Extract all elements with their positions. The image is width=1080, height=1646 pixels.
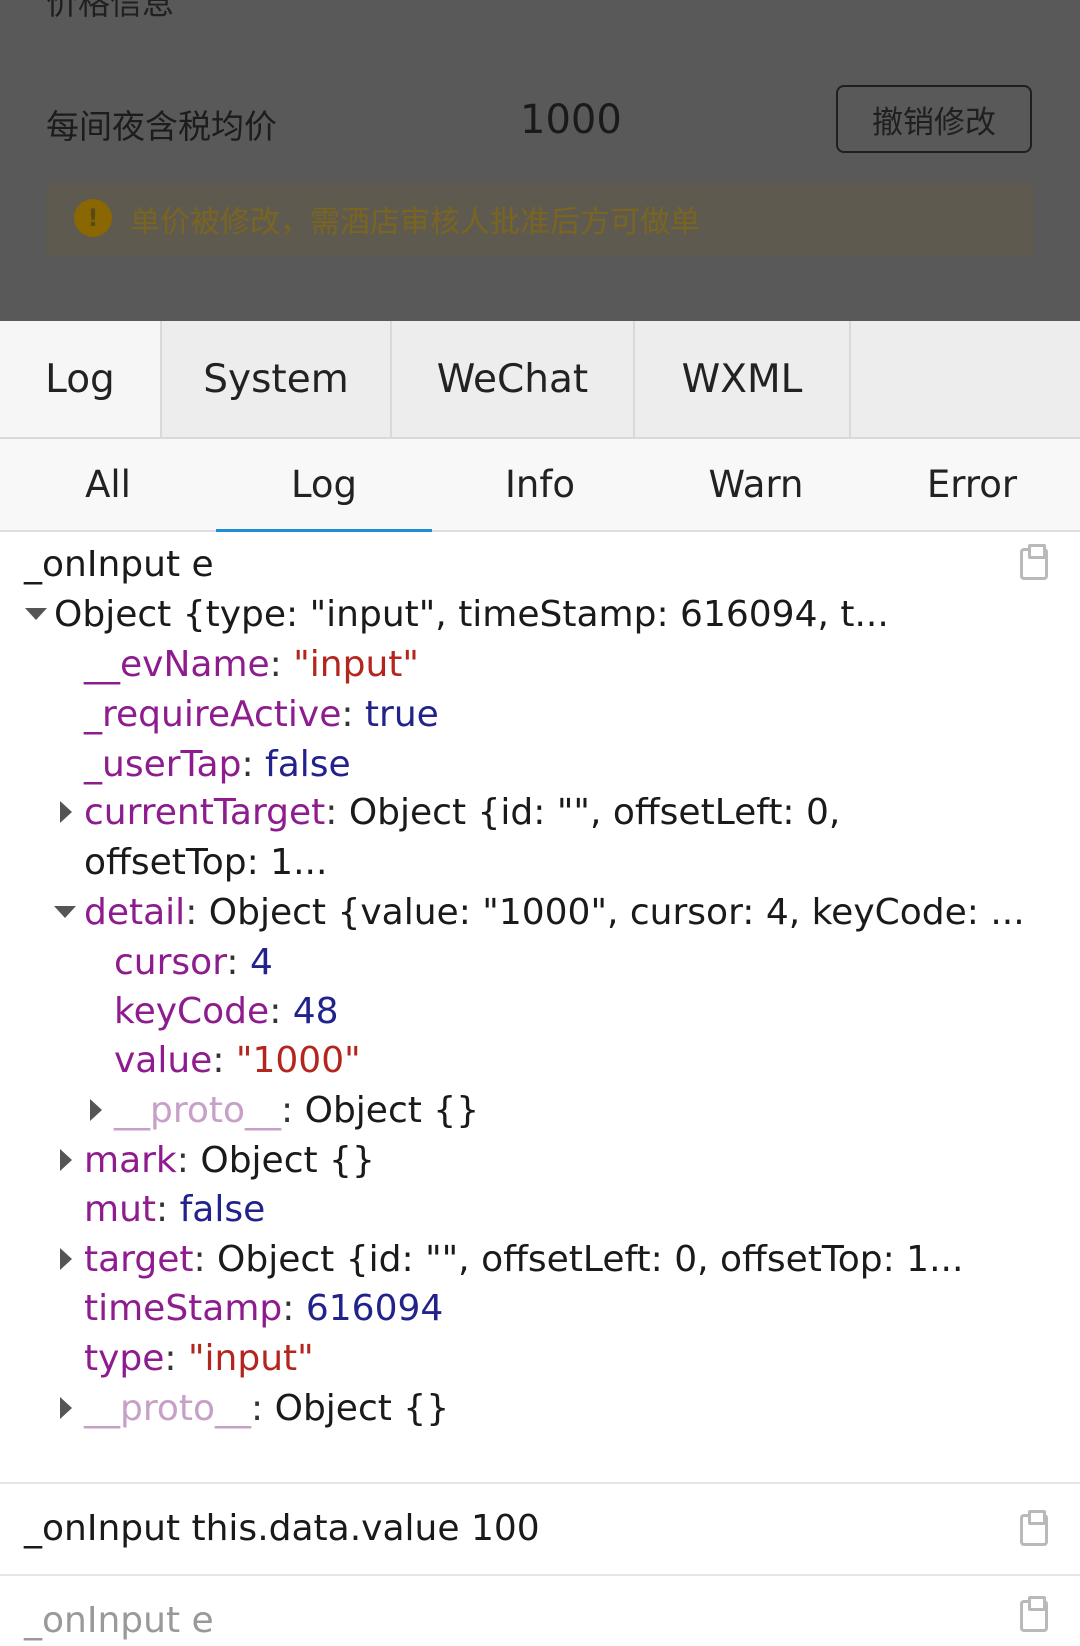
warning-icon: ! [74, 199, 112, 237]
copy-icon[interactable] [1020, 544, 1048, 580]
prop-key: mut [84, 1189, 156, 1230]
collapse-arrow-icon[interactable] [54, 906, 76, 918]
prop-key: keyCode [114, 991, 270, 1032]
log-level-tabs: All Log Info Warn Error [0, 439, 1080, 532]
prop-key: value [114, 1040, 213, 1081]
price-value: 1000 [520, 97, 622, 143]
console-tabs: Log System WeChat WXML [0, 321, 1080, 439]
prop-timestamp: timeStamp: 616094 [84, 1288, 444, 1329]
prop-value: Object {} [304, 1090, 480, 1131]
expand-arrow-icon[interactable] [60, 1248, 72, 1270]
level-tab-error[interactable]: Error [864, 439, 1080, 530]
prop-value: 4 [249, 942, 273, 983]
prop-mark[interactable]: mark: Object {} [84, 1136, 375, 1186]
log-title: _onInput e [24, 544, 214, 585]
prop-target[interactable]: target: Object {id: "", offsetLeft: 0, o… [84, 1235, 963, 1285]
prop-proto[interactable]: __proto__: Object {} [84, 1384, 449, 1434]
expand-arrow-icon[interactable] [60, 1397, 72, 1419]
prop-key: __evName [84, 644, 270, 685]
prop-value: Object {id: "", offsetLeft: 0, [348, 792, 841, 833]
prop-key: cursor [114, 942, 227, 983]
prop-value: Object {} [274, 1388, 450, 1429]
level-tab-all[interactable]: All [0, 439, 216, 530]
section-title: 价格信息 [46, 0, 175, 22]
prop-key: _requireActive [84, 694, 342, 735]
prop-cursor: cursor: 4 [114, 942, 273, 983]
prop-value-field: value: "1000" [114, 1040, 361, 1081]
level-tab-info[interactable]: Info [432, 439, 648, 530]
prop-key: type [84, 1338, 165, 1379]
copy-icon[interactable] [1020, 1596, 1048, 1632]
prop-evname: __evName: "input" [84, 644, 419, 685]
prop-value: "input" [293, 644, 419, 685]
log-entry: _onInput e Object {type: "input", timeSt… [0, 532, 1080, 1484]
prop-key: timeStamp [84, 1288, 283, 1329]
prop-value: 616094 [305, 1288, 444, 1329]
prop-detail[interactable]: detail: Object {value: "1000", cursor: 4… [84, 888, 1025, 938]
prop-key: __proto__ [84, 1388, 252, 1429]
prop-key: currentTarget [84, 792, 326, 833]
log-list: _onInput e Object {type: "input", timeSt… [0, 532, 1080, 1641]
warning-text: 单价被修改，需酒店审核人批准后方可做单 [130, 205, 700, 240]
log-title: _onInput this.data.value 100 [24, 1508, 540, 1549]
prop-key: __proto__ [114, 1090, 282, 1131]
prop-proto[interactable]: __proto__: Object {} [114, 1086, 479, 1136]
tab-wxml[interactable]: WXML [635, 321, 851, 437]
background-page: 价格信息 每间夜含税均价 1000 撤销修改 ! 单价被修改，需酒店审核人批准后… [0, 0, 1080, 321]
prop-key: target [84, 1239, 194, 1280]
prop-key: detail [84, 892, 186, 933]
log-entry: _onInput e [0, 1576, 1080, 1641]
revert-button[interactable]: 撤销修改 [836, 85, 1032, 153]
log-entry: _onInput this.data.value 100 [0, 1484, 1080, 1576]
prop-value: 48 [292, 991, 339, 1032]
prop-value: Object {value: "1000", cursor: 4, keyCod… [208, 892, 1025, 933]
prop-key: _userTap [84, 744, 242, 785]
prop-key: mark [84, 1140, 177, 1181]
level-tab-warn[interactable]: Warn [648, 439, 864, 530]
warning-banner: ! 单价被修改，需酒店审核人批准后方可做单 [46, 183, 1034, 255]
tab-system[interactable]: System [162, 321, 392, 437]
tab-log[interactable]: Log [0, 321, 162, 437]
prop-value: "1000" [235, 1040, 361, 1081]
level-tab-log[interactable]: Log [216, 439, 432, 532]
collapse-arrow-icon[interactable] [25, 608, 47, 620]
prop-value: false [179, 1189, 266, 1230]
prop-value: Object {id: "", offsetLeft: 0, offsetTop… [217, 1239, 964, 1280]
tab-bar-filler [851, 321, 1080, 437]
prop-value: "input" [188, 1338, 314, 1379]
price-label: 每间夜含税均价 [46, 107, 277, 146]
prop-value: false [265, 744, 351, 785]
expand-arrow-icon[interactable] [90, 1099, 102, 1121]
prop-value: true [364, 694, 439, 735]
prop-currenttarget-cont: offsetTop: 1... [84, 842, 328, 883]
object-summary[interactable]: Object {type: "input", timeStamp: 616094… [54, 590, 889, 640]
tab-wechat[interactable]: WeChat [392, 321, 635, 437]
prop-type: type: "input" [84, 1338, 314, 1379]
prop-requireactive: _requireActive: true [84, 694, 439, 735]
prop-currenttarget[interactable]: currentTarget: Object {id: "", offsetLef… [84, 788, 840, 838]
prop-value: Object {} [200, 1140, 375, 1181]
prop-usertap: _userTap: false [84, 744, 351, 785]
prop-keycode: keyCode: 48 [114, 991, 339, 1032]
expand-arrow-icon[interactable] [60, 1149, 72, 1171]
copy-icon[interactable] [1020, 1510, 1048, 1546]
expand-arrow-icon[interactable] [60, 801, 72, 823]
prop-mut: mut: false [84, 1189, 266, 1230]
